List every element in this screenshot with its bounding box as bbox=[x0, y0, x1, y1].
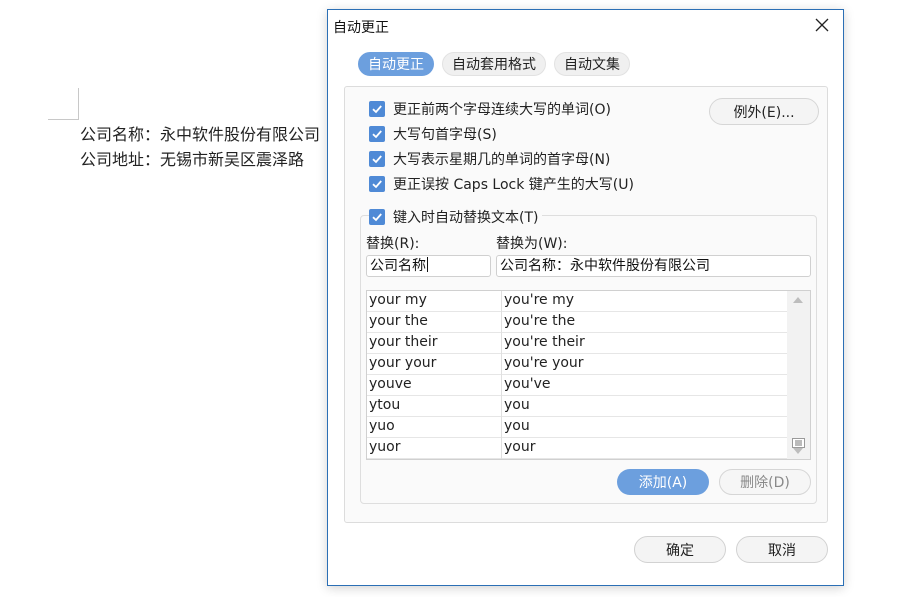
exceptions-button[interactable]: 例外(E)... bbox=[709, 98, 819, 125]
checkbox-checked-icon[interactable] bbox=[369, 209, 385, 225]
list-cell-replace: your your bbox=[369, 355, 437, 371]
list-cell-replace: your the bbox=[369, 313, 428, 329]
list-row[interactable]: ytou you bbox=[367, 396, 788, 417]
with-input[interactable]: 公司名称：永中软件股份有限公司 bbox=[496, 255, 811, 277]
list-row[interactable]: your the you're the bbox=[367, 312, 788, 333]
cancel-button[interactable]: 取消 bbox=[736, 536, 828, 563]
delete-button[interactable]: 删除(D) bbox=[719, 469, 811, 495]
option-correct-caps-lock[interactable]: 更正误按 Caps Lock 键产生的大写(U) bbox=[369, 174, 634, 194]
margin-corner-mark-horizontal bbox=[48, 119, 79, 120]
document-line-company-address: 公司地址：无锡市新吴区震泽路 bbox=[80, 150, 305, 169]
list-row[interactable]: your their you're their bbox=[367, 333, 788, 354]
tab-autoformat[interactable]: 自动套用格式 bbox=[442, 52, 546, 76]
text-caret bbox=[427, 257, 428, 272]
autocorrect-panel: 更正前两个字母连续大写的单词(O) 大写句首字母(S) 大写表示星期几的单词的首… bbox=[344, 86, 828, 523]
checkbox-checked-icon[interactable] bbox=[369, 126, 385, 142]
list-cell-with: you're their bbox=[504, 334, 585, 350]
list-cell-with: you've bbox=[504, 376, 551, 392]
list-row[interactable]: your your you're your bbox=[367, 354, 788, 375]
ok-button[interactable]: 确定 bbox=[634, 536, 726, 563]
tab-autocorrect[interactable]: 自动更正 bbox=[358, 52, 434, 76]
replace-input[interactable]: 公司名称 bbox=[366, 255, 491, 277]
dialog-title: 自动更正 bbox=[333, 20, 389, 36]
list-row[interactable]: yuo you bbox=[367, 417, 788, 438]
option-label: 大写句首字母(S) bbox=[393, 127, 497, 143]
replace-input-value: 公司名称 bbox=[370, 258, 426, 274]
list-cell-with: you're my bbox=[504, 292, 575, 308]
option-label: 更正误按 Caps Lock 键产生的大写(U) bbox=[393, 177, 634, 193]
list-cell-with: you're your bbox=[504, 355, 584, 371]
option-label: 大写表示星期几的单词的首字母(N) bbox=[393, 152, 611, 168]
scroll-down-arrow-icon[interactable] bbox=[793, 448, 803, 454]
list-cell-replace: your my bbox=[369, 292, 427, 308]
checkbox-checked-icon[interactable] bbox=[369, 101, 385, 117]
margin-corner-mark bbox=[78, 88, 79, 120]
list-cell-with: you're the bbox=[504, 313, 576, 329]
list-cell-replace: your their bbox=[369, 334, 438, 350]
autocorrect-dialog: 自动更正 自动更正 自动套用格式 自动文集 更正前两个字母连续大写的单词(O) … bbox=[327, 9, 844, 586]
with-input-value: 公司名称：永中软件股份有限公司 bbox=[500, 258, 710, 274]
list-cell-replace: ytou bbox=[369, 397, 401, 413]
document-line-company-name: 公司名称：永中软件股份有限公司 bbox=[80, 125, 321, 144]
add-button[interactable]: 添加(A) bbox=[617, 469, 709, 495]
list-cell-replace: youve bbox=[369, 376, 412, 392]
dialog-titlebar[interactable]: 自动更正 bbox=[328, 10, 843, 42]
option-capitalize-first-letter[interactable]: 大写句首字母(S) bbox=[369, 124, 497, 144]
tab-bar: 自动更正 自动套用格式 自动文集 bbox=[358, 52, 630, 76]
scroll-thumb-grip-icon[interactable] bbox=[792, 433, 805, 448]
option-label: 键入时自动替换文本(T) bbox=[393, 210, 539, 226]
close-icon bbox=[815, 17, 829, 36]
tab-autotext[interactable]: 自动文集 bbox=[554, 52, 630, 76]
column-separator bbox=[501, 291, 502, 459]
list-cell-with: you bbox=[504, 397, 530, 413]
scroll-up-arrow-icon[interactable] bbox=[793, 297, 803, 303]
list-scrollbar[interactable] bbox=[787, 291, 810, 459]
list-cell-with: your bbox=[504, 439, 536, 455]
replace-label: 替换(R): bbox=[366, 236, 420, 252]
list-row[interactable]: your my you're my bbox=[367, 291, 788, 312]
list-cell-replace: yuor bbox=[369, 439, 401, 455]
option-replace-as-you-type[interactable]: 键入时自动替换文本(T) bbox=[369, 207, 543, 227]
list-cell-with: you bbox=[504, 418, 530, 434]
checkbox-checked-icon[interactable] bbox=[369, 176, 385, 192]
replacement-list[interactable]: your my you're my your the you're the your… bbox=[366, 290, 811, 460]
option-capitalize-weekdays[interactable]: 大写表示星期几的单词的首字母(N) bbox=[369, 149, 610, 169]
list-cell-replace: yuo bbox=[369, 418, 395, 434]
list-row[interactable]: yuor your bbox=[367, 438, 788, 459]
option-correct-two-initial-caps[interactable]: 更正前两个字母连续大写的单词(O) bbox=[369, 99, 611, 119]
with-label: 替换为(W): bbox=[496, 236, 568, 252]
option-label: 更正前两个字母连续大写的单词(O) bbox=[393, 102, 611, 118]
checkbox-checked-icon[interactable] bbox=[369, 151, 385, 167]
list-row[interactable]: youve you've bbox=[367, 375, 788, 396]
close-button[interactable] bbox=[809, 14, 835, 38]
